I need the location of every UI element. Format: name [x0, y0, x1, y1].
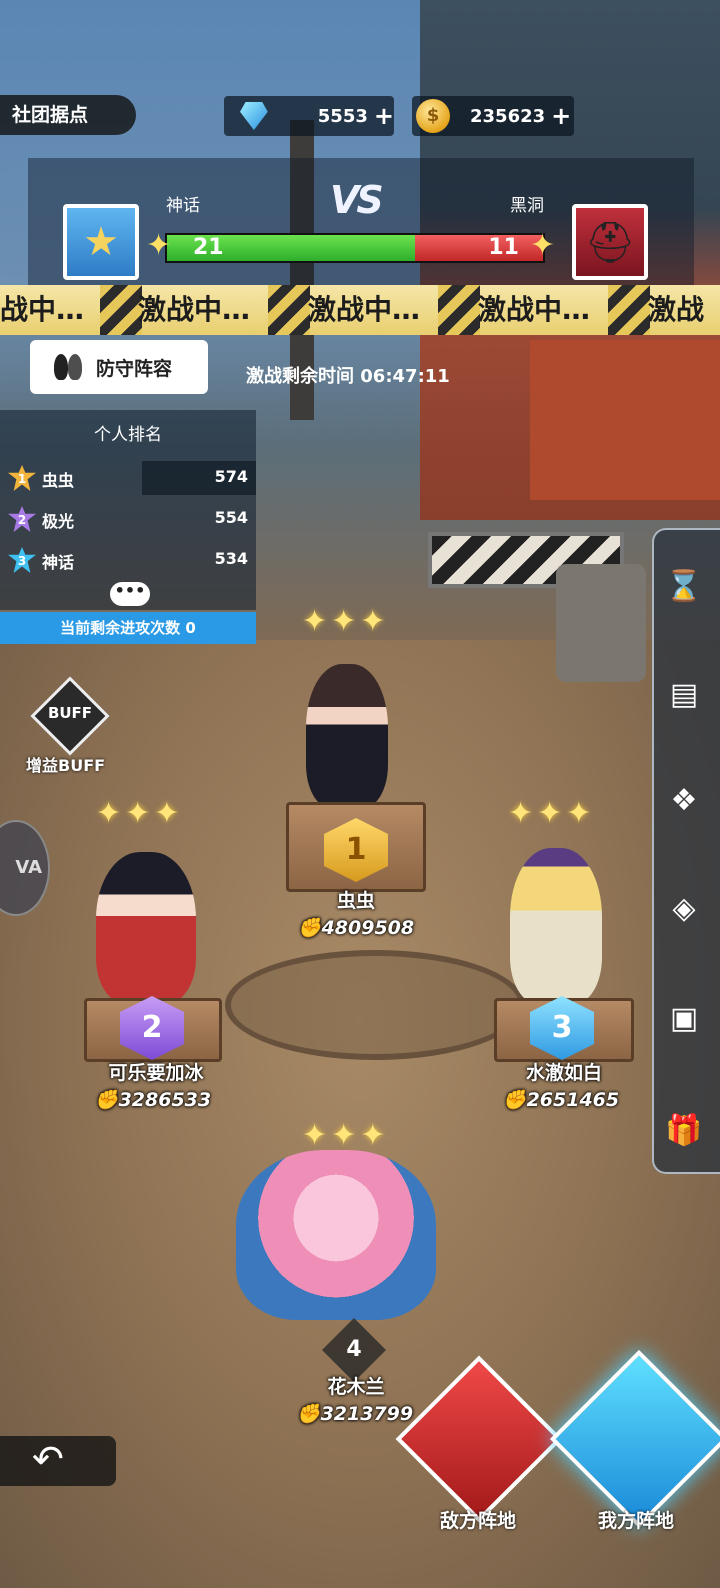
hero-figure — [510, 848, 602, 1004]
hero-figure — [306, 664, 388, 808]
coin-icon: $ — [416, 99, 450, 133]
fist-icon: ✊ — [296, 1403, 321, 1425]
attacks-remaining: 当前剩余进攻次数 0 — [0, 612, 256, 644]
ranking-score-box: 534 — [142, 543, 256, 577]
ranking-title: 个人排名 — [94, 425, 162, 445]
gold-medal-icon: 1 — [8, 465, 36, 491]
battle-timer: 激战剩余时间 06:47:11 — [246, 362, 450, 388]
buff-button[interactable]: BUFF — [30, 676, 110, 756]
banner-text: 激战中… — [308, 293, 421, 326]
hero-name: 水澈如白 — [525, 1062, 602, 1084]
back-arrow-icon: ↶ — [32, 1437, 64, 1481]
buff-icon-text: BUFF — [47, 704, 93, 722]
ranking-score-box: 554 — [142, 502, 256, 536]
coin-amount: 235623 — [470, 105, 546, 127]
battle-banner: 战中… 激战中… 激战中… 激战中… 激战 — [0, 285, 720, 335]
vs-label: VS — [330, 178, 384, 222]
hourglass-icon[interactable]: ⌛ — [662, 564, 706, 608]
right-team-emblem[interactable]: ⛑ — [572, 204, 648, 280]
banner-text: 激战中… — [478, 293, 591, 326]
ranking-score-box: 574 — [142, 461, 256, 495]
ranking-score: 574 — [214, 467, 248, 486]
gem-counter[interactable]: 5553 + — [224, 96, 394, 136]
left-score-fill: 21 — [167, 235, 416, 261]
bronze-medal-icon: 3 — [8, 547, 36, 573]
ranking-name: 神话 — [42, 553, 75, 572]
score-bar: 21 11 — [165, 233, 545, 263]
star-rating: ✦✦✦ — [302, 604, 390, 639]
add-coins-button[interactable]: + — [551, 102, 571, 130]
left-team-emblem[interactable]: ★ — [63, 204, 139, 280]
power-value: 3213799 — [320, 1403, 414, 1425]
defense-lineup-button[interactable]: 防守阵容 — [30, 340, 208, 394]
hero-power: ✊4809508 — [276, 916, 436, 939]
right-team-name: 黑洞 — [510, 196, 544, 216]
buff-label: 增益BUFF — [26, 756, 106, 775]
gift-box-icon[interactable]: ❖ — [662, 778, 706, 822]
banner-text: 激战中… — [138, 293, 251, 326]
gem-amount: 5553 — [317, 105, 368, 127]
right-sidebar — [652, 528, 720, 1174]
treasure-chest-icon[interactable]: ▣ — [662, 996, 706, 1040]
star-rating: ✦✦✦ — [508, 796, 596, 831]
power-value: 3286533 — [118, 1089, 212, 1111]
ranking-row[interactable]: 1 虫虫 574 — [0, 461, 256, 495]
hero-figure — [96, 852, 196, 1004]
manhole-cover — [225, 950, 525, 1060]
banner-stripe — [100, 285, 142, 335]
star-rating: ✦✦✦ — [302, 1118, 390, 1153]
enemy-base-label: 敌方阵地 — [440, 1510, 517, 1532]
hero-power: ✊3286533 — [68, 1088, 238, 1111]
power-value: 2651465 — [526, 1089, 620, 1111]
back-button[interactable]: ↶ — [0, 1436, 116, 1486]
diamond-icon — [240, 102, 268, 130]
barrel — [556, 564, 646, 682]
battle-record-icon[interactable]: ▤ — [662, 672, 706, 716]
ranking-name: 虫虫 — [42, 471, 75, 490]
my-base-label: 我方阵地 — [598, 1510, 675, 1532]
hero-name: 虫虫 — [336, 890, 375, 912]
banner-stripe — [438, 285, 480, 335]
hero-name: 花木兰 — [327, 1376, 385, 1398]
more-ranking-button[interactable]: ••• — [110, 582, 150, 606]
ranking-row[interactable]: 2 极光 554 — [0, 502, 256, 536]
gift-icon[interactable]: 🎁 — [662, 1108, 706, 1152]
power-value: 4809508 — [321, 917, 415, 939]
banner-stripe — [608, 285, 650, 335]
right-spark-icon: ✦ — [530, 228, 556, 263]
fist-icon: ✊ — [297, 917, 322, 939]
fist-icon: ✊ — [502, 1089, 527, 1111]
left-score: 21 — [193, 235, 224, 260]
page-title: 社团据点 — [0, 95, 136, 135]
group-icon — [52, 354, 84, 380]
banner-stripe — [268, 285, 310, 335]
defense-lineup-label: 防守阵容 — [96, 357, 173, 380]
right-score-fill: 11 — [415, 235, 543, 261]
left-spark-icon: ✦ — [146, 228, 172, 263]
ranking-row[interactable]: 3 神话 534 — [0, 543, 256, 577]
silver-medal-icon: 2 — [8, 506, 36, 532]
hero-name: 可乐要加冰 — [108, 1062, 204, 1084]
left-team-name: 神话 — [166, 196, 200, 216]
star-rating: ✦✦✦ — [96, 796, 184, 831]
timer-label: 激战剩余时间 — [246, 366, 354, 387]
fist-icon: ✊ — [94, 1089, 119, 1111]
hero-figure — [236, 1150, 436, 1320]
right-score: 11 — [488, 235, 519, 260]
timer-value: 06:47:11 — [360, 366, 450, 387]
red-container-bg — [530, 340, 720, 500]
add-gems-button[interactable]: + — [374, 102, 394, 130]
helmet-icon: ⛑ — [584, 219, 636, 266]
banner-text: 战中… — [0, 293, 85, 326]
ranking-score: 554 — [214, 508, 248, 527]
banner-text: 激战 — [648, 293, 705, 326]
card-icon[interactable]: ◈ — [662, 886, 706, 930]
star-shield-icon: ★ — [83, 219, 119, 265]
coin-counter[interactable]: $ 235623 + — [412, 96, 574, 136]
ranking-score: 534 — [214, 549, 248, 568]
hero-power: ✊2651465 — [476, 1088, 646, 1111]
ranking-name: 极光 — [42, 512, 75, 531]
